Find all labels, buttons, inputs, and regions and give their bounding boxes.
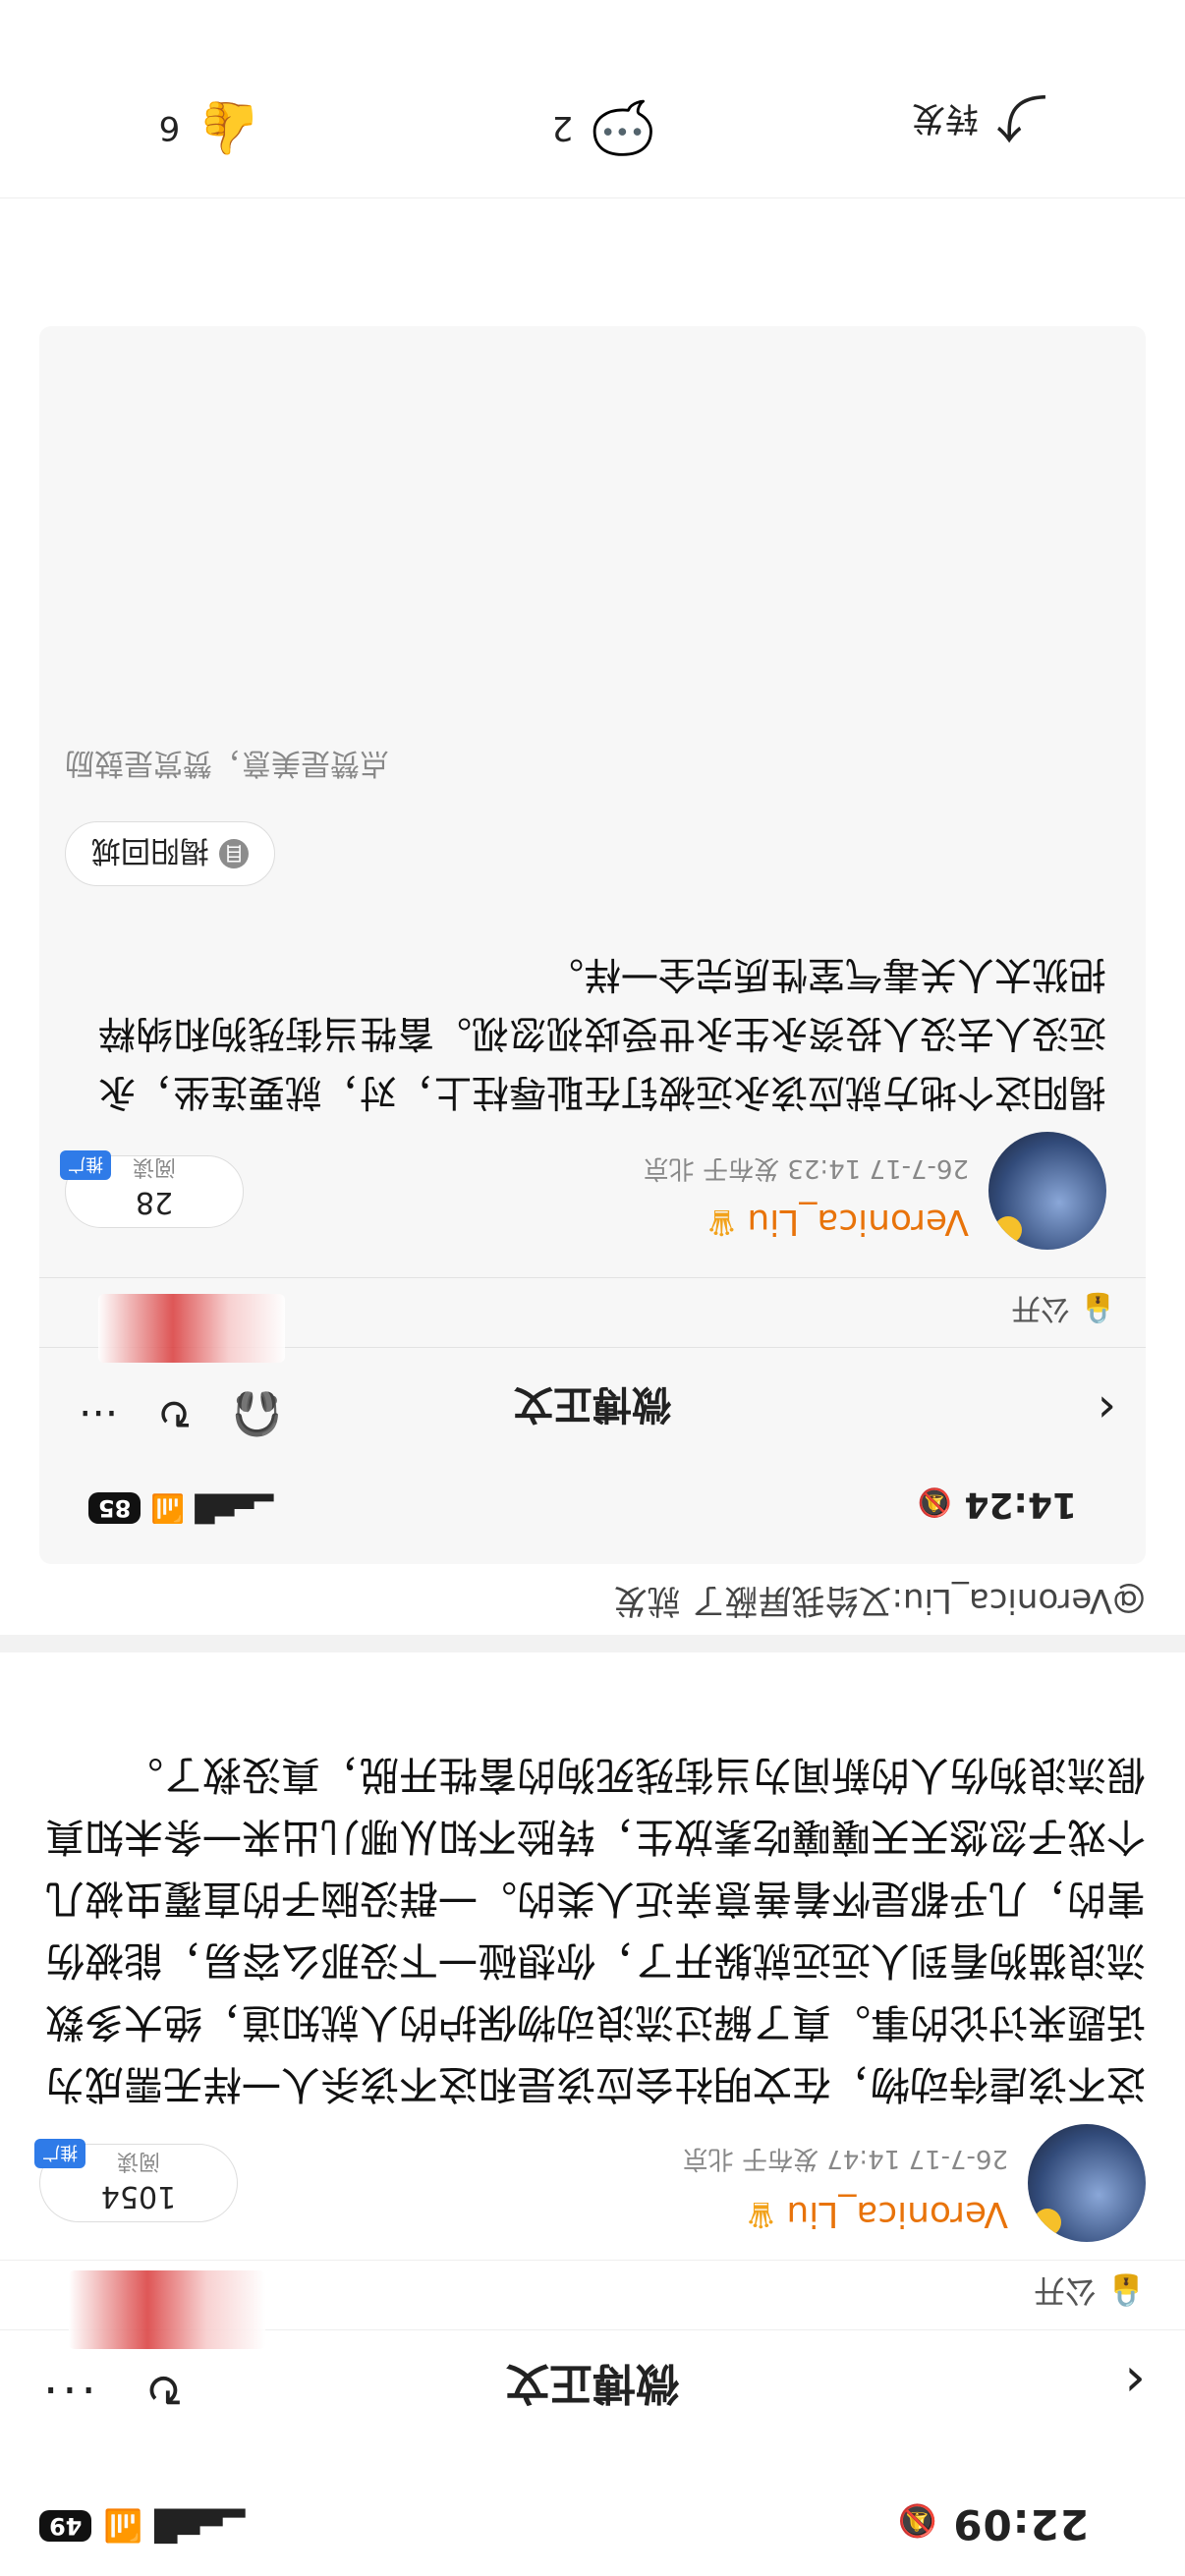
listen-icon: 🎧 — [231, 1390, 283, 1438]
wifi-icon: 📶 — [103, 2507, 143, 2545]
banner-image — [69, 2270, 265, 2349]
read-count-pill: 28 阅读 推广 — [60, 1150, 244, 1228]
post-meta: 26-7-17 14:23 发布于 北京 — [643, 1153, 969, 1183]
lock-icon: 🔒 — [1106, 2272, 1146, 2310]
rotated-screen: 22:09 🔕 ▂▄▆█ 📶 49 ‹ 微博正文 ↻ ··· 🔒 公开 Vero… — [0, 0, 1185, 2576]
nav-bar: ‹ 微博正文 ↻ ··· — [0, 2340, 1185, 2438]
promo-badge: 推广 — [34, 2139, 85, 2168]
like-button[interactable]: 👍 6 — [159, 98, 261, 158]
battery-indicator: 49 — [39, 2510, 92, 2542]
divider — [0, 1635, 1185, 1652]
lock-icon: 🔒 — [1079, 1291, 1116, 1325]
topic-tag: 目揭阳回城 — [65, 821, 275, 886]
reward-note: 点赞是美意，赞赏是鼓励 — [65, 746, 389, 780]
thumbs-up-icon: 👍 — [198, 98, 261, 157]
crown-icon: ♛ — [705, 1202, 738, 1242]
status-bar: 22:09 🔕 ▂▄▆█ 📶 49 — [0, 2458, 1185, 2576]
author-name[interactable]: Veronica_Liu♛ — [745, 2194, 1008, 2234]
action-bar: ⤴ 转发 💬 2 👍 6 — [0, 60, 1185, 198]
nav-actions: ↻ ··· — [39, 2362, 183, 2417]
signal-icon: ▂▄▆█ — [154, 2508, 246, 2544]
mute-icon: 🔕 — [896, 2502, 937, 2540]
wifi-icon: 📶 — [150, 1492, 186, 1525]
post-text: 揭阳这个地方就应该永远被钉在耻辱柱上，对，就要连坐，永远没人去没人投资永生永世受… — [97, 953, 1106, 1114]
embedded-status-time: 14:24 🔕 — [917, 1484, 1077, 1525]
mute-icon: 🔕 — [917, 1486, 952, 1519]
topic-icon: 目 — [219, 839, 249, 868]
embedded-post: Veronica_Liu♛ 26-7-17 14:23 发布于 北京 28 阅读… — [60, 464, 1106, 1250]
verified-icon — [994, 1216, 1022, 1244]
embedded-visibility-row: 🔒 公开 — [39, 1277, 1146, 1363]
embedded-status-icons: ▂▄▆█ 📶 85 — [88, 1492, 273, 1525]
battery-indicator: 85 — [88, 1492, 141, 1525]
verified-icon — [1034, 2209, 1061, 2236]
repost-line[interactable]: @Veronica_Liu:又给我屏蔽了 就发 — [614, 1580, 1146, 1628]
promo-badge: 推广 — [60, 1150, 111, 1180]
visibility-row: 🔒 公开 — [0, 2260, 1185, 2349]
post-card: Veronica_Liu♛ 26-7-17 14:47 发布于 北京 1054 … — [34, 1672, 1146, 2242]
comment-button[interactable]: 💬 2 — [552, 98, 654, 158]
signal-icon: ▂▄▆█ — [195, 1493, 274, 1524]
refresh-icon[interactable]: ↻ — [145, 2363, 184, 2416]
forward-button[interactable]: ⤴ 转发 — [912, 84, 1047, 158]
author-name: Veronica_Liu♛ — [705, 1202, 969, 1242]
post-text: 这不该虐待动物，在文明社会应该是和这不该杀人一样无需成为话题来讨论的事。真了解过… — [45, 1752, 1146, 2106]
post-meta: 26-7-17 14:47 发布于 北京 — [682, 2144, 1008, 2173]
banner-image — [98, 1294, 285, 1363]
refresh-icon: ↻ — [157, 1389, 193, 1438]
status-icons: ▂▄▆█ 📶 49 — [39, 2507, 246, 2545]
comment-icon: 💬 — [591, 98, 654, 157]
crown-icon: ♛ — [745, 2194, 777, 2234]
read-count-pill[interactable]: 1054 阅读 推广 — [34, 2139, 238, 2222]
status-time: 22:09 🔕 — [896, 2500, 1089, 2548]
embedded-nav-actions: 🎧 ↻ ··· — [79, 1389, 283, 1439]
forwarded-screenshot: 14:24 🔕 ▂▄▆█ 📶 85 ‹ 微博正文 🎧 ↻ ··· 🔒 公开 Ve… — [39, 326, 1146, 1564]
more-button[interactable]: ··· — [39, 2362, 96, 2417]
avatar — [988, 1132, 1106, 1250]
share-icon: ⤴ — [995, 86, 1047, 145]
embedded-visibility-label: 🔒 公开 — [1011, 1291, 1116, 1325]
visibility-label: 🔒 公开 — [1033, 2272, 1146, 2310]
avatar[interactable] — [1028, 2124, 1146, 2242]
